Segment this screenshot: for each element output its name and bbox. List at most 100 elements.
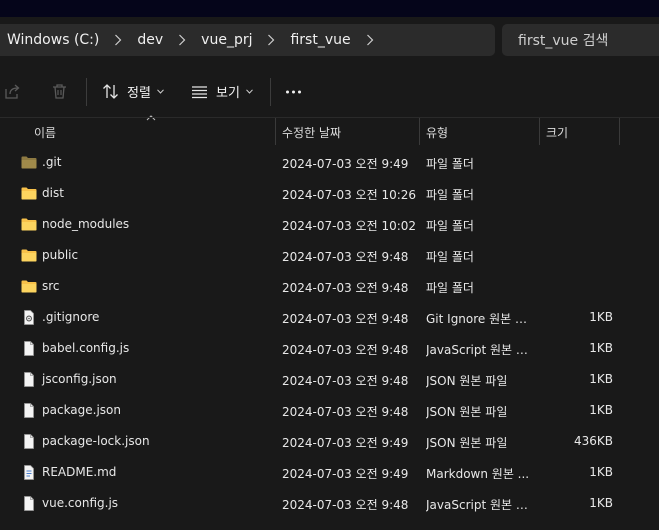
delete-button[interactable] <box>51 66 68 116</box>
file-modified-date: 2024-07-03 오전 9:49 <box>282 436 409 450</box>
file-row[interactable]: dist 2024-07-03 오전 10:26 파일 폴더 <box>0 178 659 209</box>
column-divider[interactable] <box>275 118 276 145</box>
folder-dim-icon <box>21 155 37 170</box>
file-name[interactable]: package.json <box>42 403 121 417</box>
view-button[interactable]: 보기 <box>191 66 253 116</box>
file-name[interactable]: .git <box>42 155 61 169</box>
search-placeholder: first_vue 검색 <box>518 33 609 49</box>
file-name[interactable]: .gitignore <box>42 310 99 324</box>
file-name[interactable]: jsconfig.json <box>42 372 117 386</box>
address-bar[interactable]: Windows (C:) dev vue_prj first_vue <box>0 24 495 56</box>
file-modified-date: 2024-07-03 오전 10:02 <box>282 219 417 233</box>
file-row[interactable]: vue.config.js 2024-07-03 오전 9:48 JavaScrip… <box>0 488 659 519</box>
file-modified-date: 2024-07-03 오전 9:48 <box>282 250 409 264</box>
column-header-row: 이름 수정한 날짜 유형 크기 <box>0 117 659 145</box>
column-header-type[interactable]: 유형 <box>426 118 448 146</box>
file-icon <box>21 372 37 387</box>
file-name[interactable]: package-lock.json <box>42 434 150 448</box>
file-size: 1KB <box>589 310 613 324</box>
folder-icon <box>21 217 37 232</box>
sort-label: 정렬 <box>127 85 151 101</box>
file-type: JSON 원본 파일 <box>426 374 508 388</box>
column-divider[interactable] <box>619 118 620 145</box>
chevron-right-icon[interactable] <box>353 34 387 46</box>
sort-icon <box>103 83 118 99</box>
title-bar-strip <box>0 0 659 17</box>
file-type: JavaScript 원본 파... <box>426 498 534 512</box>
file-type: Git Ignore 원본 파... <box>426 312 534 326</box>
file-size: 1KB <box>589 465 613 479</box>
folder-icon <box>21 186 37 201</box>
file-modified-date: 2024-07-03 오전 9:48 <box>282 312 409 326</box>
chevron-right-icon[interactable] <box>165 34 199 46</box>
file-row[interactable]: .gitignore 2024-07-03 오전 9:48 Git Ignore 원… <box>0 302 659 333</box>
file-size: 1KB <box>589 372 613 386</box>
file-row[interactable]: public 2024-07-03 오전 9:48 파일 폴더 <box>0 240 659 271</box>
file-name[interactable]: dist <box>42 186 64 200</box>
sort-button[interactable]: 정렬 <box>102 66 164 116</box>
breadcrumb-dev[interactable]: dev <box>135 32 165 48</box>
chevron-right-icon[interactable] <box>254 34 288 46</box>
file-row[interactable]: package.json 2024-07-03 오전 9:48 JSON 원본 파일… <box>0 395 659 426</box>
share-icon <box>5 84 20 99</box>
file-type: 파일 폴더 <box>426 219 474 233</box>
file-row[interactable]: babel.config.js 2024-07-03 오전 9:48 JavaScr… <box>0 333 659 364</box>
chevron-down-icon <box>157 88 164 94</box>
file-type: 파일 폴더 <box>426 250 474 264</box>
file-type: JavaScript 원본 파... <box>426 343 534 357</box>
file-modified-date: 2024-07-03 오전 9:49 <box>282 157 409 171</box>
chevron-down-icon <box>246 88 253 94</box>
column-header-date[interactable]: 수정한 날짜 <box>282 118 341 146</box>
file-row[interactable]: node_modules 2024-07-03 오전 10:02 파일 폴더 <box>0 209 659 240</box>
file-size: 1KB <box>589 341 613 355</box>
search-input[interactable]: first_vue 검색 <box>502 24 659 56</box>
share-button[interactable] <box>4 66 21 116</box>
file-name[interactable]: README.md <box>42 465 116 479</box>
breadcrumb-drive[interactable]: Windows (C:) <box>5 32 101 48</box>
file-modified-date: 2024-07-03 오전 10:26 <box>282 188 417 202</box>
command-bar: 정렬 보기 <box>0 66 659 116</box>
settings-file-icon <box>21 310 37 325</box>
breadcrumb-first-vue[interactable]: first_vue <box>288 32 352 48</box>
file-modified-date: 2024-07-03 오전 9:48 <box>282 374 409 388</box>
file-icon <box>21 341 37 356</box>
file-row[interactable]: src 2024-07-03 오전 9:48 파일 폴더 <box>0 271 659 302</box>
column-header-name[interactable]: 이름 <box>34 118 56 146</box>
file-icon <box>21 434 37 449</box>
file-row[interactable]: jsconfig.json 2024-07-03 오전 9:48 JSON 원본 파… <box>0 364 659 395</box>
file-size: 1KB <box>589 403 613 417</box>
file-modified-date: 2024-07-03 오전 9:48 <box>282 405 409 419</box>
file-size: 1KB <box>589 496 613 510</box>
folder-icon <box>21 248 37 263</box>
more-options-button[interactable] <box>285 66 302 116</box>
breadcrumb-vue-prj[interactable]: vue_prj <box>199 32 254 48</box>
column-divider[interactable] <box>419 118 420 145</box>
trash-icon <box>53 83 66 99</box>
column-header-size[interactable]: 크기 <box>546 118 568 146</box>
file-icon <box>21 496 37 511</box>
file-type: JSON 원본 파일 <box>426 436 508 450</box>
toolbar-separator <box>270 78 271 106</box>
file-row[interactable]: README.md 2024-07-03 오전 9:49 Markdown 원본 .… <box>0 457 659 488</box>
file-name[interactable]: vue.config.js <box>42 496 118 510</box>
more-icon <box>286 90 301 93</box>
file-row[interactable]: .git 2024-07-03 오전 9:49 파일 폴더 <box>0 147 659 178</box>
file-modified-date: 2024-07-03 오전 9:48 <box>282 343 409 357</box>
folder-icon <box>21 279 37 294</box>
file-modified-date: 2024-07-03 오전 9:48 <box>282 498 409 512</box>
file-name[interactable]: public <box>42 248 78 262</box>
text-file-icon <box>21 465 37 480</box>
file-size: 436KB <box>573 434 613 448</box>
file-type: 파일 폴더 <box>426 281 474 295</box>
column-divider[interactable] <box>539 118 540 145</box>
file-name[interactable]: babel.config.js <box>42 341 129 355</box>
view-label: 보기 <box>216 85 240 101</box>
file-icon <box>21 403 37 418</box>
file-type: JSON 원본 파일 <box>426 405 508 419</box>
file-name[interactable]: src <box>42 279 60 293</box>
file-name[interactable]: node_modules <box>42 217 129 231</box>
file-row[interactable]: package-lock.json 2024-07-03 오전 9:49 JSON … <box>0 426 659 457</box>
file-type: 파일 폴더 <box>426 157 474 171</box>
chevron-right-icon[interactable] <box>101 34 135 46</box>
file-type: 파일 폴더 <box>426 188 474 202</box>
